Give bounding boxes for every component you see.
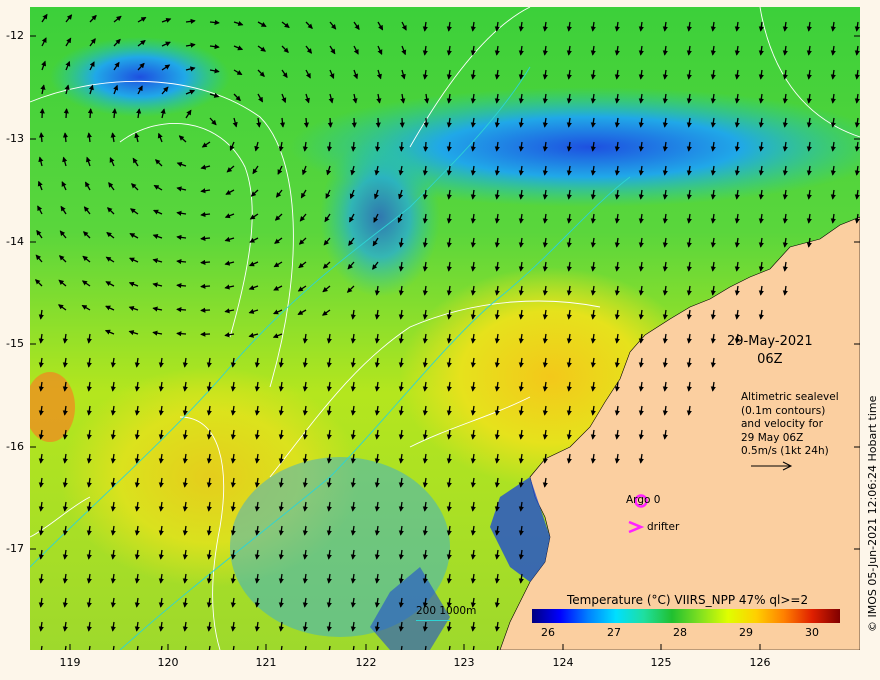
lat-tick-label: -15 <box>6 337 24 350</box>
velocity-arrow <box>200 235 211 242</box>
velocity-arrow <box>176 331 187 337</box>
legend-line: Altimetric sealevel <box>741 391 839 403</box>
credit-text: © IMOS 05-Jun-2021 12:06:24 Hobart time <box>866 395 879 632</box>
lon-tick-label: 123 <box>453 656 475 669</box>
colorbar-tick: 26 <box>541 626 555 639</box>
drifter-label: drifter <box>647 521 680 533</box>
lon-tick-label: 122 <box>355 656 377 669</box>
velocity-arrow <box>350 141 357 152</box>
velocity-arrow <box>63 108 69 119</box>
velocity-arrow <box>176 258 187 265</box>
velocity-arrow <box>209 19 220 26</box>
lon-tick-label: 121 <box>255 656 277 669</box>
velocity-arrow <box>176 282 187 289</box>
legend-line: and velocity for <box>741 418 823 430</box>
lon-tick-label: 125 <box>650 656 672 669</box>
legend-line: 0.5m/s (1kt 24h) <box>741 445 829 457</box>
velocity-arrow <box>423 141 429 152</box>
colorbar-tick: 28 <box>673 626 687 639</box>
velocity-arrow <box>374 141 381 152</box>
velocity-arrow <box>38 132 45 143</box>
velocity-arrow <box>200 283 211 289</box>
velocity-legend: Altimetric sealevel (0.1m contours) and … <box>741 391 839 472</box>
velocity-arrow <box>200 259 211 265</box>
map-date: 29-May-2021 06Z <box>727 333 813 369</box>
lon-tick-label: 124 <box>552 656 574 669</box>
lat-tick-label: -16 <box>6 440 24 453</box>
lat-tick-label: -13 <box>6 132 24 145</box>
velocity-arrow <box>327 117 333 128</box>
lat-tick-label: -12 <box>6 29 24 42</box>
velocity-arrow <box>111 108 118 119</box>
lat-tick-label: -17 <box>6 542 24 555</box>
velocity-arrow <box>39 108 45 119</box>
cool-patch-central <box>320 137 440 297</box>
sst-map <box>30 7 860 650</box>
lon-tick-label: 120 <box>157 656 179 669</box>
velocity-arrow <box>200 307 211 313</box>
colorbar-tick: 30 <box>805 626 819 639</box>
legend-line: (0.1m contours) <box>741 404 826 417</box>
lon-tick-label: 126 <box>749 656 771 669</box>
legend-line: 29 May 06Z <box>741 431 804 444</box>
scale-arrow-icon <box>751 461 793 470</box>
temperature-colorbar <box>532 609 840 623</box>
velocity-arrow <box>176 307 187 313</box>
date-line: 29-May-2021 <box>727 334 813 349</box>
velocity-arrow <box>351 117 357 128</box>
velocity-arrow <box>87 108 93 119</box>
velocity-arrow <box>375 117 381 128</box>
bathymetry-label: 200 1000m <box>416 605 477 617</box>
bathymetry-legend-line <box>416 620 450 621</box>
colorbar-title: Temperature (°C) VIIRS_NPP 47% ql>=2 <box>567 593 809 607</box>
argo-label: Argo 0 <box>626 494 661 506</box>
velocity-arrow <box>303 117 310 128</box>
colorbar-tick: 27 <box>607 626 621 639</box>
map-canvas <box>30 7 860 650</box>
velocity-arrow <box>399 141 405 152</box>
time-line: 06Z <box>757 352 783 367</box>
lon-tick-label: 119 <box>59 656 81 669</box>
lat-tick-label: -14 <box>6 235 24 248</box>
colorbar-tick: 29 <box>739 626 753 639</box>
cool-patch-nw <box>50 37 230 117</box>
